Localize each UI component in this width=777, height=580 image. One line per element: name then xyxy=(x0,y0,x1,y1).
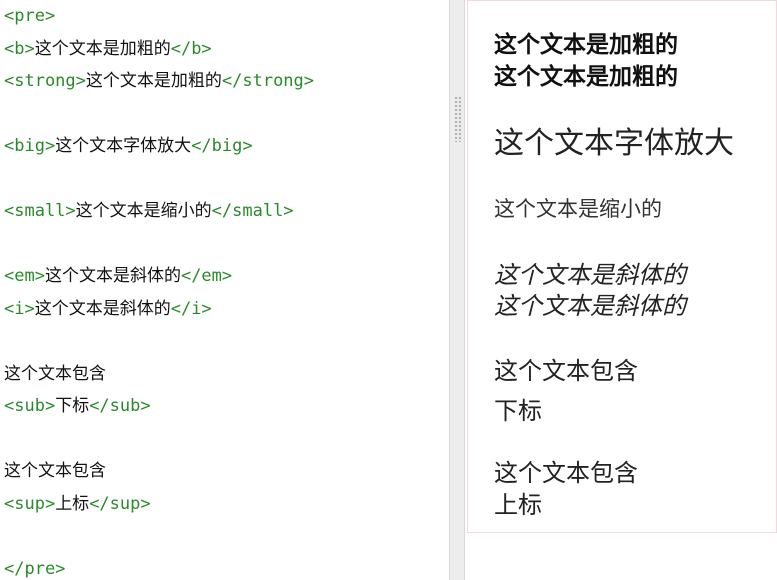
code-text: 这个文本是加粗的 xyxy=(34,38,171,59)
code-text: 这个文本是斜体的 xyxy=(44,266,181,286)
code-text: 这个文本是缩小的 xyxy=(75,201,212,221)
code-line[interactable]: <big>这个文本字体放大</big> xyxy=(0,130,449,163)
code-tag: <em> xyxy=(4,266,45,286)
code-text: 这个文本包含 xyxy=(4,461,106,481)
code-text: 上标 xyxy=(55,493,90,514)
code-text: 下标 xyxy=(55,396,90,416)
preview-i-text: 这个文本是斜体的 xyxy=(494,292,686,320)
code-editor[interactable]: <pre> <b>这个文本是加粗的</b> <strong>这个文本是加粗的</st… xyxy=(0,0,449,580)
code-tag: </pre> xyxy=(4,558,66,579)
code-tag: </sup> xyxy=(89,493,151,514)
code-tag: <small> xyxy=(4,201,76,221)
preview-bold-text: 这个文本是加粗的 xyxy=(494,31,678,58)
preview-sub-label: 下标 xyxy=(494,397,542,425)
preview-big-text: 这个文本字体放大 xyxy=(494,126,734,161)
code-text: 这个文本是斜体的 xyxy=(34,298,171,319)
code-line[interactable]: <i>这个文本是斜体的</i> xyxy=(0,293,449,326)
code-line[interactable] xyxy=(0,423,449,456)
code-line[interactable]: <sub>下标</sub> xyxy=(0,390,449,423)
code-tag: </small> xyxy=(211,201,294,221)
code-tag: </sub> xyxy=(89,396,151,416)
preview-sup-label: 上标 xyxy=(494,491,542,519)
code-line[interactable]: <small>这个文本是缩小的</small> xyxy=(0,195,449,228)
code-tag: <sup> xyxy=(4,493,56,514)
preview-em-text: 这个文本是斜体的 xyxy=(494,261,686,289)
code-line[interactable]: 这个文本包含 xyxy=(0,455,449,488)
code-tag: <strong> xyxy=(4,71,86,91)
splitter-grip-icon[interactable] xyxy=(454,96,462,142)
code-tag: </b> xyxy=(170,38,212,59)
code-line[interactable]: <pre> xyxy=(0,0,449,33)
code-line[interactable]: <b>这个文本是加粗的</b> xyxy=(0,33,449,66)
code-line[interactable] xyxy=(0,325,449,358)
code-line[interactable] xyxy=(0,98,449,131)
code-text: 这个文本字体放大 xyxy=(55,136,192,156)
preview-small-text: 这个文本是缩小的 xyxy=(494,197,662,221)
code-tag: <pre> xyxy=(4,6,56,26)
code-line[interactable]: <sup>上标</sup> xyxy=(0,488,449,521)
code-tag: </i> xyxy=(170,298,212,319)
pane-splitter[interactable] xyxy=(449,0,465,580)
code-tag: <big> xyxy=(4,136,56,156)
code-tag: </em> xyxy=(180,266,233,286)
code-tag: <i> xyxy=(4,298,35,319)
code-text: 这个文本包含 xyxy=(4,363,106,384)
code-tag: </big> xyxy=(191,136,253,156)
code-line[interactable] xyxy=(0,163,449,196)
code-line[interactable]: </pre> xyxy=(0,553,449,580)
code-line[interactable] xyxy=(0,520,449,553)
code-tag: </strong> xyxy=(221,71,315,91)
code-tag: <b> xyxy=(4,38,35,59)
preview-pane: 这个文本是加粗的 这个文本是加粗的 这个文本字体放大 这个文本是缩小的 这个文本… xyxy=(467,0,777,533)
code-text: 这个文本是加粗的 xyxy=(85,71,222,91)
split-view: <pre> <b>这个文本是加粗的</b> <strong>这个文本是加粗的</st… xyxy=(0,0,777,580)
code-line[interactable]: 这个文本包含 xyxy=(0,358,449,391)
code-line[interactable]: <em>这个文本是斜体的</em> xyxy=(0,260,449,293)
preview-sub-line-text: 这个文本包含 xyxy=(494,357,638,385)
preview-empty-area xyxy=(467,533,777,580)
code-tag: <sub> xyxy=(4,396,56,416)
code-line[interactable] xyxy=(0,228,449,261)
preview-sup-line-text: 这个文本包含 xyxy=(494,459,638,487)
code-line[interactable]: <strong>这个文本是加粗的</strong> xyxy=(0,65,449,98)
preview-strong-text: 这个文本是加粗的 xyxy=(494,63,678,90)
